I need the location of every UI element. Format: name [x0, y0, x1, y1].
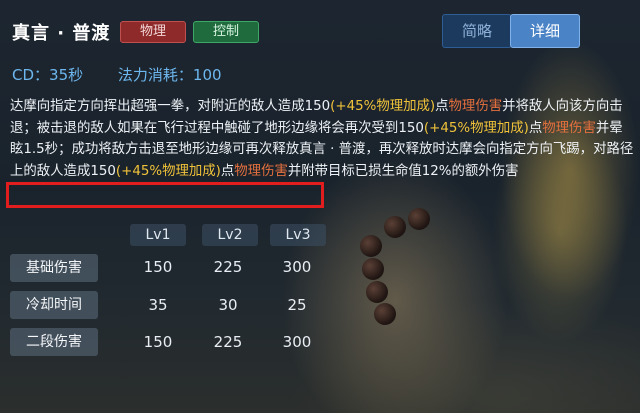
row-label-base-damage: 基础伤害 [10, 254, 98, 282]
bead-decoration [374, 303, 396, 325]
tag-physical: 物理 [120, 21, 186, 43]
table-cell: 150 [143, 333, 173, 351]
desc-segment: 点 [435, 99, 449, 114]
desc-segment: 物理伤害 [234, 163, 288, 179]
skill-title: 真言 · 普渡 [12, 23, 111, 44]
level-header-lv2: Lv2 [202, 224, 258, 246]
table-cell: 300 [282, 333, 312, 351]
skill-description: 达摩向指定方向挥出超强一拳，对附近的敌人造成150(+45%物理加成)点物理伤害… [10, 96, 634, 182]
desc-segment: (+45%物理加成) [330, 99, 436, 114]
desc-segment: 物理伤害 [448, 99, 503, 114]
desc-segment: (+45%物理加成) [423, 120, 529, 136]
table-cell: 25 [287, 296, 307, 314]
table-cell: 35 [148, 296, 168, 314]
bead-decoration [360, 235, 382, 257]
level-header-lv1: Lv1 [130, 224, 186, 246]
desc-segment: 并附带目标已损生命值12%的额外伤害 [287, 163, 519, 179]
tag-control: 控制 [193, 21, 259, 43]
detail-view-button[interactable]: 详细 [510, 14, 580, 48]
table-cell: 150 [143, 258, 173, 276]
bead-decoration [362, 258, 384, 280]
skill-stats: CD：35秒 法力消耗：100 [12, 64, 252, 85]
desc-segment: 物理伤害 [542, 120, 596, 136]
table-cell: 225 [213, 258, 243, 276]
desc-segment: (+45%物理加成) [115, 163, 221, 179]
highlight-annotation-box [6, 182, 324, 208]
table-cell: 30 [218, 296, 238, 314]
bead-decoration [408, 208, 430, 230]
background-hero-art [340, 180, 580, 413]
bead-decoration [366, 281, 388, 303]
brief-view-button[interactable]: 简略 [442, 14, 512, 48]
desc-segment: 点 [220, 163, 235, 179]
desc-segment: 达摩向指定方向挥出超强一拳，对附近的敌人造成150 [10, 99, 331, 114]
desc-segment: 点 [528, 120, 543, 136]
skill-detail-panel: 真言 · 普渡 物理 控制 简略 详细 CD：35秒 法力消耗：100 达摩向指… [0, 0, 640, 413]
bead-decoration [384, 216, 406, 238]
table-cell: 225 [213, 333, 243, 351]
table-cell: 300 [282, 258, 312, 276]
level-header-lv3: Lv3 [270, 224, 326, 246]
mana-cost-text: 法力消耗：100 [117, 66, 222, 84]
row-label-second-damage: 二段伤害 [10, 328, 98, 356]
row-label-cooldown: 冷却时间 [10, 291, 98, 319]
cooldown-text: CD：35秒 [12, 66, 84, 84]
